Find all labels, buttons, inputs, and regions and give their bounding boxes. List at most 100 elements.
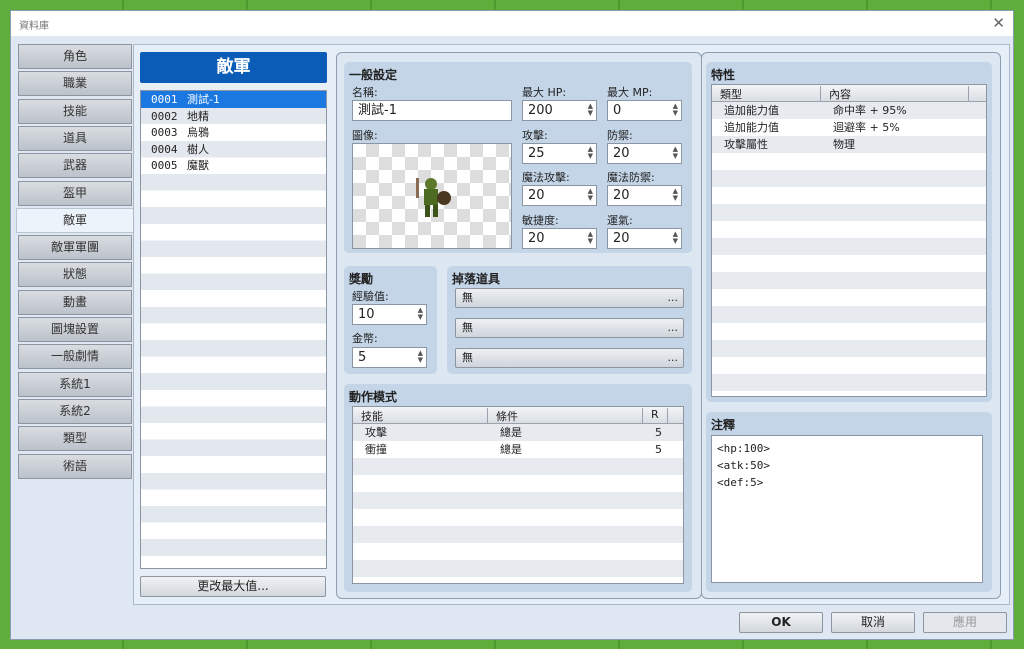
stat-spinbox[interactable]: 25 ▲ ▼ — [522, 142, 597, 164]
spin-arrows-icon[interactable]: ▲ ▼ — [673, 230, 678, 245]
nav-item[interactable]: 術語 — [18, 453, 132, 479]
spin-arrows-icon[interactable]: ▲ ▼ — [673, 145, 678, 160]
note-group: 注釋 <hp:100> <atk:50> <def:5> — [706, 412, 992, 592]
drop-item-label: 無 — [462, 321, 473, 334]
nav-item[interactable]: 職業 — [18, 71, 132, 97]
table-row[interactable]: 攻擊屬性 物理 — [712, 136, 986, 153]
enemy-list[interactable]: 0001 測試-1 0002 地精 0003 烏鴉 0004 樹人 0005 魔獸 — [140, 90, 327, 569]
nav-item[interactable]: 類型 — [18, 426, 132, 452]
actions-title: 動作模式 — [349, 390, 398, 404]
column-header[interactable]: 條件 — [488, 408, 643, 424]
table-row[interactable]: 衝撞 總是 5 — [353, 441, 683, 458]
stat-spinbox[interactable]: 20 ▲ ▼ — [522, 185, 597, 206]
nav-item[interactable]: 圖塊設置 — [18, 317, 132, 342]
drops-title: 掉落道具 — [452, 272, 501, 286]
nav-item[interactable]: 武器 — [18, 153, 132, 179]
change-max-button[interactable]: 更改最大值... — [140, 576, 326, 597]
name-input[interactable]: 測試-1 — [352, 100, 512, 121]
stat-value: 0 — [613, 103, 622, 118]
nav-item[interactable]: 盔甲 — [18, 180, 132, 206]
nav-item[interactable]: 狀態 — [18, 262, 132, 288]
stat-label: 最大 MP: — [607, 86, 653, 99]
column-header[interactable]: 技能 — [353, 408, 488, 424]
traits-title: 特性 — [711, 68, 736, 82]
spin-arrows-icon[interactable]: ▲ ▼ — [673, 103, 678, 117]
ellipsis-icon: ... — [667, 321, 679, 334]
stat-label: 敏捷度: — [522, 213, 559, 227]
table-cell: 追加能力值 — [724, 121, 779, 134]
drop-item-label: 無 — [462, 351, 473, 364]
cancel-button[interactable]: 取消 — [831, 612, 915, 633]
drop-item-select[interactable]: 無... — [455, 348, 684, 368]
nav-item[interactable]: 系統2 — [18, 398, 132, 424]
nav-item[interactable]: 系統1 — [18, 371, 132, 397]
ellipsis-icon: ... — [667, 291, 679, 304]
column-header[interactable]: 類型 — [712, 86, 821, 102]
close-icon[interactable]: ✕ — [992, 14, 1005, 32]
item-name: 測試-1 — [187, 93, 220, 106]
nav-item[interactable]: 敵軍 — [16, 207, 134, 233]
nav-item[interactable]: 敵軍軍團 — [18, 235, 132, 261]
spin-arrows-icon[interactable]: ▲ ▼ — [588, 188, 593, 202]
nav-item[interactable]: 角色 — [18, 44, 132, 69]
spin-arrows-icon[interactable]: ▲ ▼ — [588, 145, 593, 160]
stat-spinbox[interactable]: 0 ▲ ▼ — [607, 100, 682, 121]
enemy-image[interactable] — [352, 143, 512, 249]
column-header[interactable]: R — [643, 408, 668, 424]
table-cell: 衝撞 — [365, 443, 387, 456]
column-header[interactable]: 內容 — [821, 86, 969, 102]
spin-arrows-icon[interactable]: ▲ ▼ — [418, 307, 423, 321]
stat-spinbox[interactable]: 200 ▲ ▼ — [522, 100, 597, 121]
gold-spinbox[interactable]: 5 ▲ ▼ — [352, 347, 427, 368]
table-header: 技能 條件 R — [353, 407, 683, 424]
window-title: 資料庫 — [19, 21, 49, 32]
spin-arrows-icon[interactable]: ▲ ▼ — [588, 230, 593, 245]
stat-value: 20 — [528, 188, 545, 203]
name-label: 名稱: — [352, 86, 378, 99]
table-cell: 命中率 + 95% — [833, 104, 907, 117]
rewards-title: 獎勵 — [349, 272, 374, 286]
stat-spinbox[interactable]: 20 ▲ ▼ — [522, 227, 597, 249]
nav-item[interactable]: 道具 — [18, 125, 132, 151]
general-settings-group: 一般設定 名稱: 測試-1 圖像: 最大 HP: 200 ▲ ▼ 最大 MP: 0 ▲ ▼ 攻擊… — [344, 62, 692, 253]
table-header: 類型 內容 — [712, 85, 986, 102]
table-row[interactable]: 攻擊 總是 5 — [353, 424, 683, 441]
right-panel: 特性 類型 內容 追加能力值 命中率 + 95% 追加能力值 迴避率 + 5% 攻擊屬性 物理… — [701, 52, 1001, 599]
nav-item[interactable]: 動畫 — [18, 289, 132, 315]
ok-button[interactable]: OK — [739, 612, 823, 633]
traits-table[interactable]: 類型 內容 追加能力值 命中率 + 95% 追加能力值 迴避率 + 5% 攻擊屬性 物理 — [711, 84, 987, 397]
table-row[interactable]: 追加能力值 迴避率 + 5% — [712, 119, 986, 136]
list-item[interactable]: 0001 測試-1 — [141, 91, 326, 108]
drop-item-select[interactable]: 無... — [455, 318, 684, 338]
list-item[interactable]: 0004 樹人 — [141, 141, 326, 158]
ellipsis-icon: ... — [667, 351, 679, 364]
apply-button[interactable]: 應用 — [923, 612, 1007, 633]
note-line: <atk:50> — [717, 459, 770, 472]
nav-item[interactable]: 技能 — [18, 98, 132, 124]
spin-arrows-icon[interactable]: ▲ ▼ — [418, 350, 423, 364]
table-cell: 攻擊屬性 — [724, 138, 768, 151]
general-title: 一般設定 — [349, 68, 398, 82]
list-item[interactable]: 0005 魔獸 — [141, 157, 326, 174]
stat-value: 20 — [613, 188, 630, 203]
nav-item[interactable]: 一般劇情 — [18, 344, 132, 370]
spin-arrows-icon[interactable]: ▲ ▼ — [673, 188, 678, 202]
action-patterns-group: 動作模式 技能 條件 R 攻擊 總是 5 衝撞 總是 5 — [344, 384, 692, 592]
action-patterns-table[interactable]: 技能 條件 R 攻擊 總是 5 衝撞 總是 5 — [352, 406, 684, 584]
list-item[interactable]: 0003 烏鴉 — [141, 124, 326, 141]
stat-spinbox[interactable]: 20 ▲ ▼ — [607, 227, 682, 249]
item-name: 烏鴉 — [187, 126, 209, 140]
stat-label: 防禦: — [607, 128, 633, 142]
content-area: 敵軍 0001 測試-1 0002 地精 0003 烏鴉 0004 樹人 0005 魔獸 更改最大… — [133, 44, 1010, 605]
exp-spinbox[interactable]: 10 ▲ ▼ — [352, 304, 427, 325]
spin-arrows-icon[interactable]: ▲ ▼ — [588, 103, 593, 117]
note-textarea[interactable]: <hp:100> <atk:50> <def:5> — [711, 435, 983, 583]
stat-spinbox[interactable]: 20 ▲ ▼ — [607, 185, 682, 206]
stat-value: 20 — [613, 145, 630, 161]
gold-label: 金幣: — [352, 332, 378, 345]
table-cell: 攻擊 — [365, 426, 387, 439]
table-row[interactable]: 追加能力值 命中率 + 95% — [712, 102, 986, 119]
stat-spinbox[interactable]: 20 ▲ ▼ — [607, 142, 682, 164]
drop-item-select[interactable]: 無... — [455, 288, 684, 308]
list-item[interactable]: 0002 地精 — [141, 108, 326, 125]
